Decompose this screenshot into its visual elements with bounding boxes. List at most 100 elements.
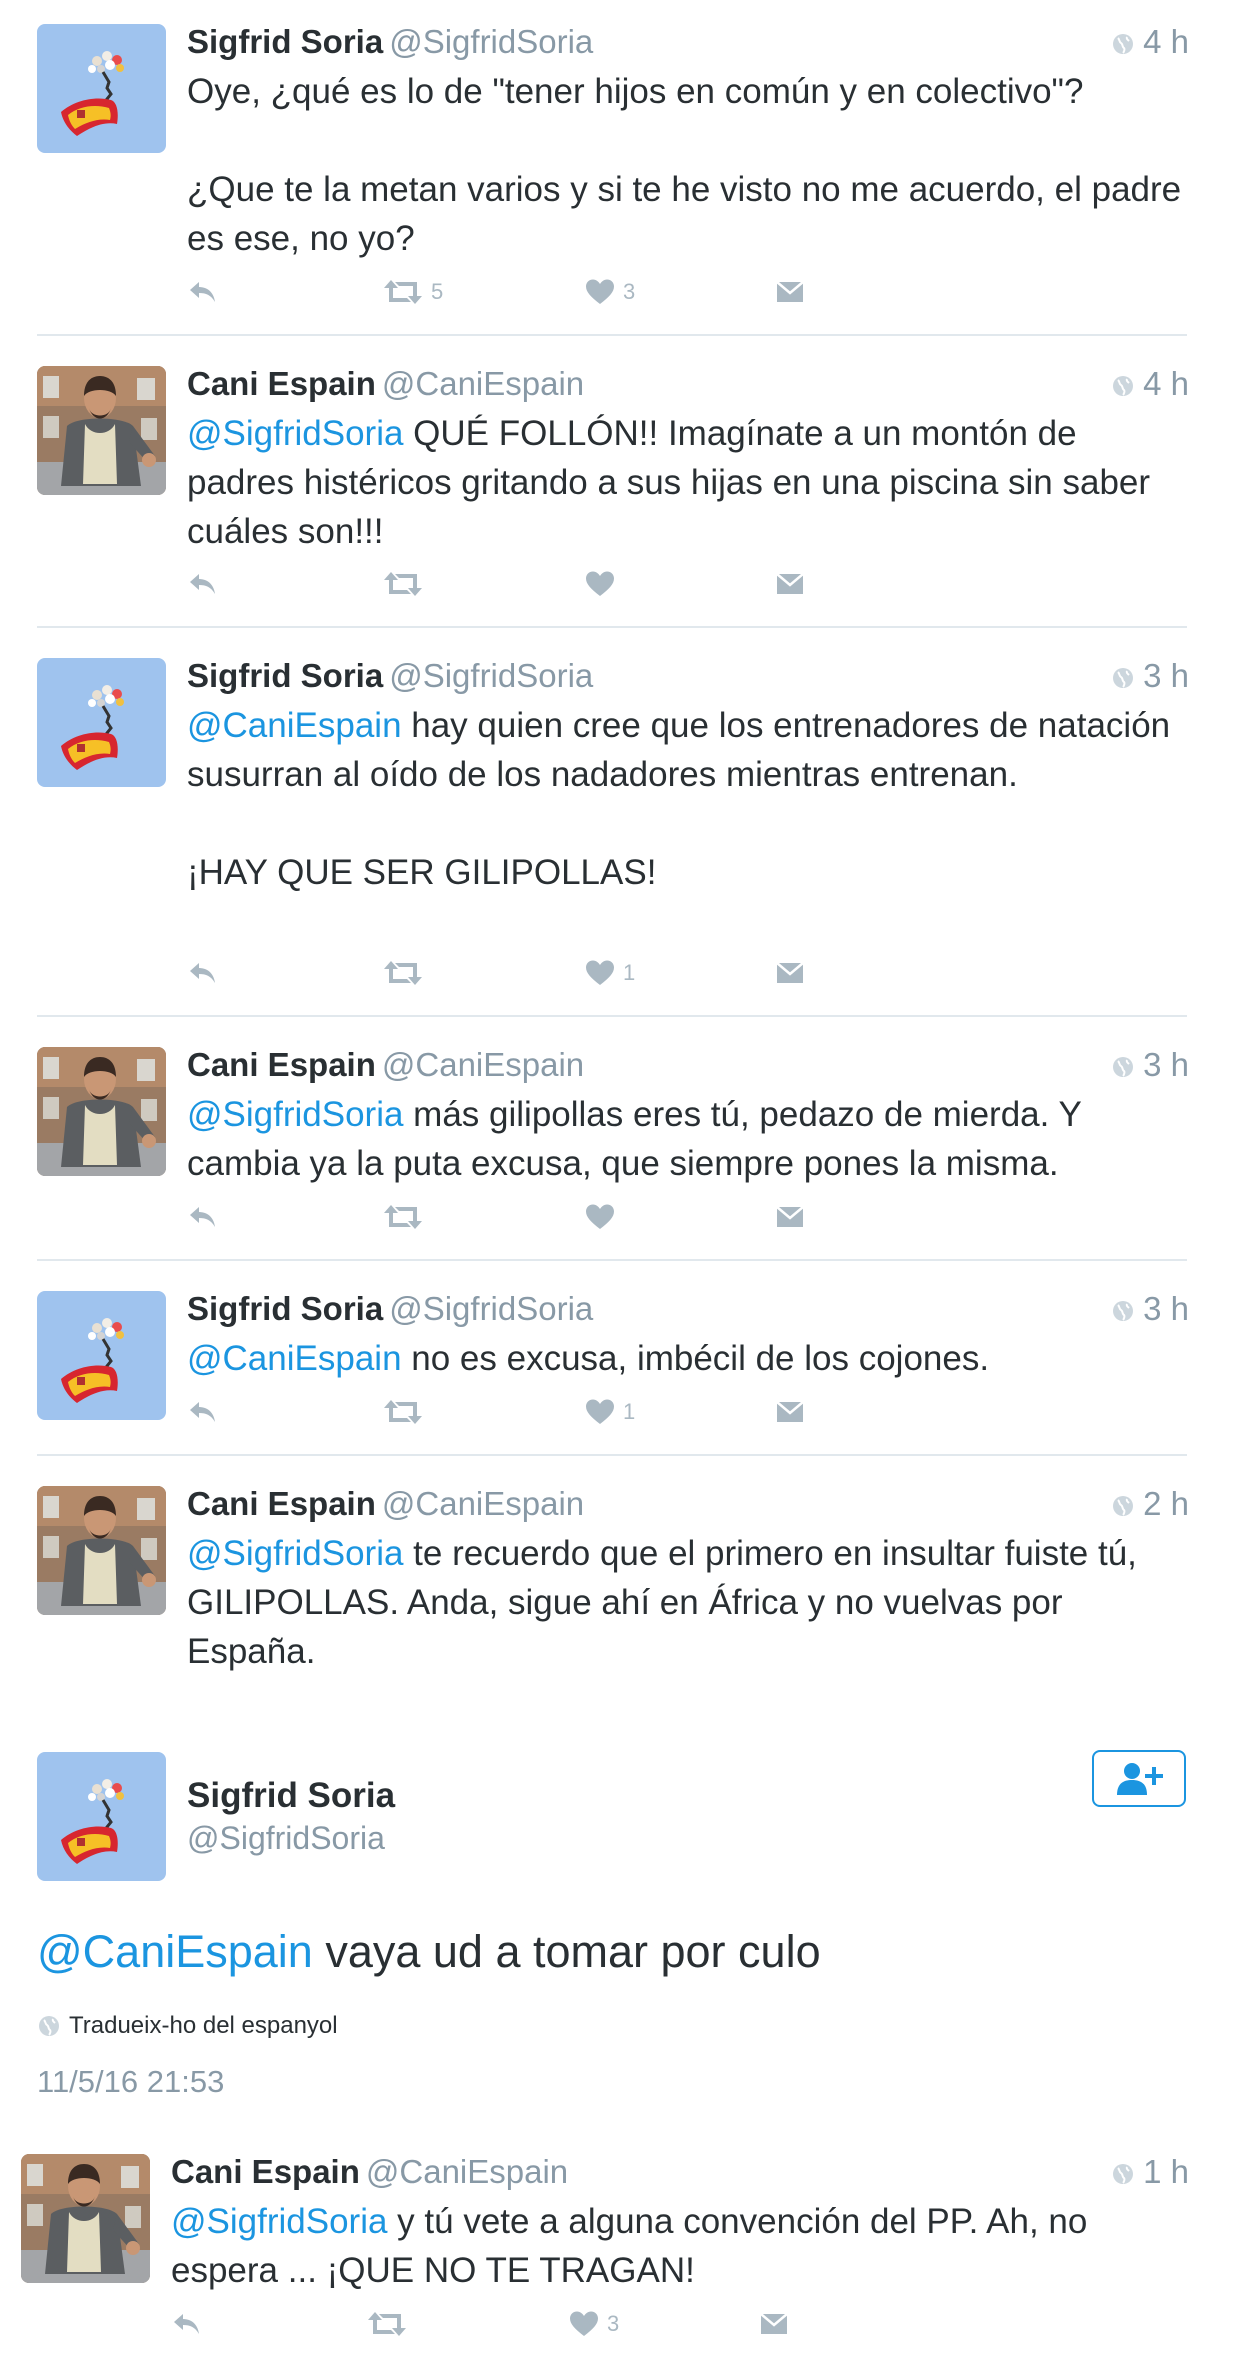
like-button[interactable]: 1 <box>585 953 635 993</box>
tweet-paragraph: ¡HAY QUE SER GILIPOLLAS! <box>187 848 1189 897</box>
like-button[interactable] <box>585 1197 623 1237</box>
like-count: 3 <box>607 2311 620 2336</box>
retweet-button[interactable] <box>383 1392 431 1432</box>
main-user-name[interactable]: Sigfrid Soria <box>187 1774 395 1818</box>
tweet-time[interactable]: 1 h <box>1111 2150 1189 2194</box>
retweet-button[interactable] <box>383 564 431 604</box>
retweet-icon <box>383 1203 423 1231</box>
avatar[interactable] <box>37 366 166 495</box>
user-name[interactable]: Cani Espain <box>187 365 376 402</box>
main-avatar[interactable] <box>37 1752 166 1881</box>
reply-button[interactable] <box>171 2304 203 2344</box>
tweet-text: @CaniEspain no es excusa, imbécil de los… <box>187 1334 1189 1383</box>
avatar[interactable] <box>37 24 166 153</box>
tweet-time[interactable]: 4 h <box>1111 362 1189 406</box>
user-handle[interactable]: @CaniEspain <box>382 365 584 402</box>
tweet-actions <box>187 564 827 604</box>
user-handle[interactable]: @SigfridSoria <box>389 23 593 60</box>
user-handle[interactable]: @SigfridSoria <box>389 657 593 694</box>
user-name[interactable]: Sigfrid Soria <box>187 657 383 694</box>
message-button[interactable] <box>775 272 805 312</box>
mention-link[interactable]: @SigfridSoria <box>187 1534 403 1573</box>
tweet-time[interactable]: 3 h <box>1111 1287 1189 1331</box>
avatar[interactable] <box>21 2154 150 2283</box>
like-button[interactable]: 3 <box>569 2304 619 2344</box>
user-name[interactable]: Sigfrid Soria <box>187 23 383 60</box>
mention-link[interactable]: @SigfridSoria <box>171 2202 387 2241</box>
like-button[interactable] <box>585 564 623 604</box>
reply-button[interactable] <box>187 953 219 993</box>
user-name[interactable]: Cani Espain <box>171 2153 360 2190</box>
user-name[interactable]: Cani Espain <box>187 1485 376 1522</box>
tweet-text-segment: Oye, ¿qué es lo de "tener hijos en común… <box>187 72 1084 111</box>
heart-icon <box>585 1203 615 1231</box>
message-button[interactable] <box>759 2304 789 2344</box>
avatar[interactable] <box>37 1486 166 1615</box>
mention-link[interactable]: @CaniEspain <box>37 1926 313 1977</box>
envelope-icon <box>775 1398 805 1426</box>
mention-link[interactable]: @CaniEspain <box>187 1339 402 1378</box>
avatar[interactable] <box>37 658 166 787</box>
tweet-paragraph: @SigfridSoria y tú vete a alguna convenc… <box>171 2197 1189 2295</box>
avatar[interactable] <box>37 1047 166 1176</box>
retweet-icon <box>383 278 423 306</box>
follow-button[interactable] <box>1092 1750 1186 1807</box>
message-button[interactable] <box>775 1392 805 1432</box>
divider <box>37 1454 1187 1456</box>
tweet-actions <box>187 1197 827 1237</box>
envelope-icon <box>775 1203 805 1231</box>
tweet-header: Sigfrid Soria @SigfridSoria 3 h <box>187 1287 1189 1331</box>
reply-icon <box>187 1203 219 1231</box>
tweet-header: Cani Espain @CaniEspain 3 h <box>187 1043 1189 1087</box>
retweet-button[interactable] <box>383 953 431 993</box>
tweet-time[interactable]: 3 h <box>1111 1043 1189 1087</box>
tweet-time[interactable]: 4 h <box>1111 20 1189 64</box>
mention-link[interactable]: @SigfridSoria <box>187 414 403 453</box>
tweet-text-segment: ¡HAY QUE SER GILIPOLLAS! <box>187 853 657 892</box>
message-button[interactable] <box>775 1197 805 1237</box>
tweet-text: @SigfridSoria QUÉ FOLLÓN!! Imagínate a u… <box>187 409 1189 556</box>
globe-icon <box>1111 666 1135 690</box>
message-button[interactable] <box>775 564 805 604</box>
retweet-icon <box>383 959 423 987</box>
reply-button[interactable] <box>187 272 219 312</box>
user-name[interactable]: Cani Espain <box>187 1046 376 1083</box>
tweet-text: @SigfridSoria más gilipollas eres tú, pe… <box>187 1090 1189 1188</box>
avatar[interactable] <box>37 1291 166 1420</box>
like-button[interactable]: 1 <box>585 1392 635 1432</box>
tweet-actions: 1 <box>187 953 827 993</box>
message-button[interactable] <box>775 953 805 993</box>
globe-icon <box>1111 374 1135 398</box>
envelope-icon <box>775 278 805 306</box>
main-user-handle[interactable]: @SigfridSoria <box>187 1816 385 1860</box>
mention-link[interactable]: @CaniEspain <box>187 706 402 745</box>
tweet-actions: 5 3 <box>187 272 827 312</box>
divider <box>37 1259 1187 1261</box>
retweet-button[interactable] <box>383 1197 431 1237</box>
globe-icon <box>37 2014 61 2038</box>
user-handle[interactable]: @CaniEspain <box>366 2153 568 2190</box>
reply-button[interactable] <box>187 1392 219 1432</box>
tweet-time[interactable]: 2 h <box>1111 1482 1189 1526</box>
tweet-paragraph: Oye, ¿qué es lo de "tener hijos en común… <box>187 67 1189 116</box>
retweet-icon <box>383 570 423 598</box>
tweet-time[interactable]: 3 h <box>1111 654 1189 698</box>
reply-button[interactable] <box>187 564 219 604</box>
tweet-actions: 1 <box>187 1392 827 1432</box>
reply-button[interactable] <box>187 1197 219 1237</box>
retweet-button[interactable] <box>367 2304 415 2344</box>
translate-link[interactable]: Tradueix-ho del espanyol <box>37 2009 338 2043</box>
like-button[interactable]: 3 <box>585 272 635 312</box>
reply-icon <box>187 1398 219 1426</box>
user-name[interactable]: Sigfrid Soria <box>187 1290 383 1327</box>
reply-icon <box>187 570 219 598</box>
user-handle[interactable]: @CaniEspain <box>382 1046 584 1083</box>
user-handle[interactable]: @SigfridSoria <box>389 1290 593 1327</box>
like-count: 1 <box>623 1399 636 1424</box>
globe-icon <box>1111 32 1135 56</box>
globe-icon <box>1111 1055 1135 1079</box>
tweet-paragraph: @CaniEspain hay quien cree que los entre… <box>187 701 1189 799</box>
retweet-button[interactable]: 5 <box>383 272 443 312</box>
mention-link[interactable]: @SigfridSoria <box>187 1095 403 1134</box>
user-handle[interactable]: @CaniEspain <box>382 1485 584 1522</box>
